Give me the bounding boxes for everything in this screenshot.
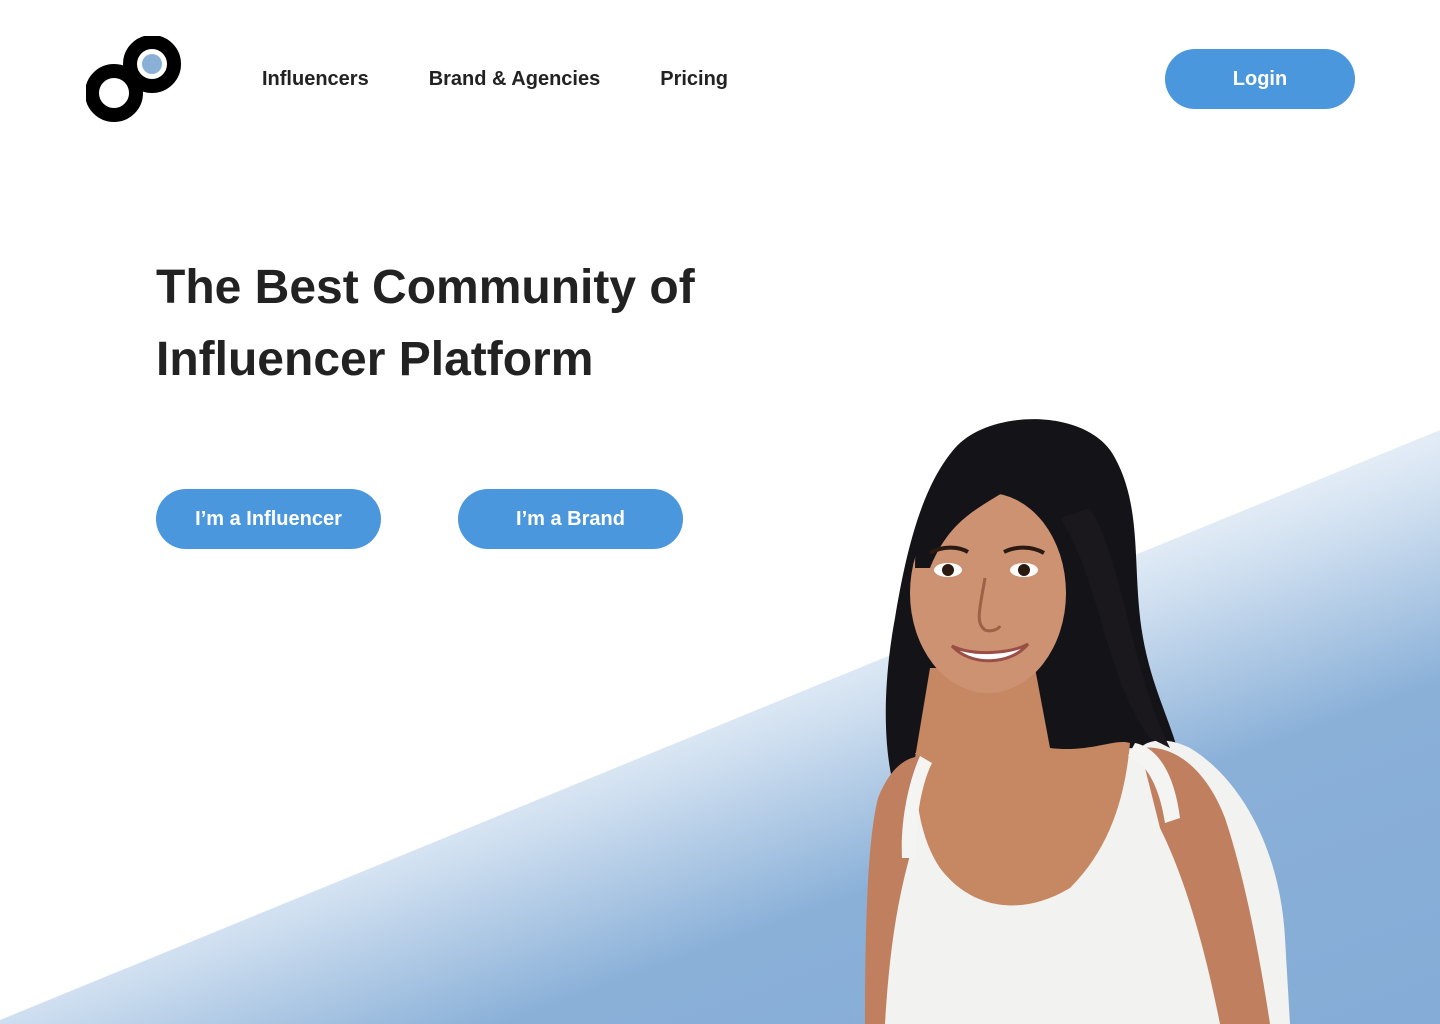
- hero-portrait-image: [865, 419, 1290, 1024]
- brand-logo-icon[interactable]: [86, 36, 182, 122]
- main-nav: Influencers Brand & Agencies Pricing: [262, 66, 788, 92]
- nav-link-influencers[interactable]: Influencers: [262, 66, 369, 92]
- hero-title: The Best Community of Influencer Platfor…: [156, 252, 796, 396]
- nav-link-brand-agencies[interactable]: Brand & Agencies: [429, 66, 601, 92]
- login-button[interactable]: Login: [1165, 49, 1355, 109]
- nav-link-pricing[interactable]: Pricing: [660, 66, 728, 92]
- hero-title-line-2: Influencer Platform: [156, 333, 594, 386]
- influencer-signup-button[interactable]: I’m a Influencer: [156, 489, 381, 549]
- brand-signup-button[interactable]: I’m a Brand: [458, 489, 683, 549]
- hero-title-line-1: The Best Community of: [156, 261, 695, 314]
